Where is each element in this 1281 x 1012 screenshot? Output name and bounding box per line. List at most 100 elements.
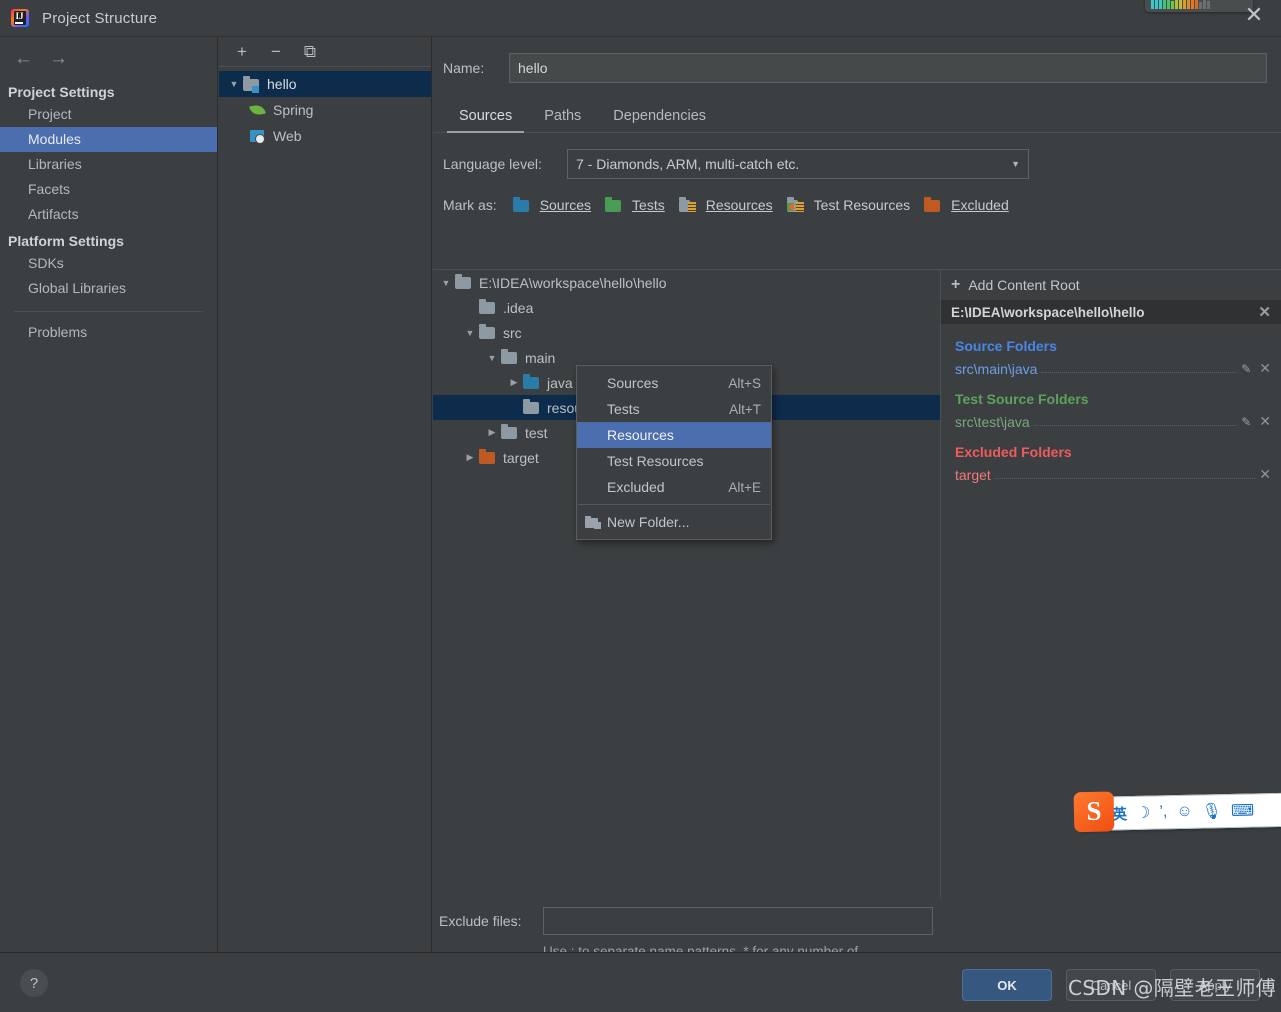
directory-tree: ▼ E:\IDEA\workspace\hello\hello ▶ .idea … xyxy=(433,269,940,899)
context-menu-item-new-folder[interactable]: New Folder... xyxy=(577,509,771,535)
chevron-right-icon[interactable]: ▶ xyxy=(461,452,479,463)
microphone-icon[interactable]: 🎙 xyxy=(1201,801,1223,821)
remove-icon[interactable]: ✕ xyxy=(1259,413,1271,430)
back-arrow-icon[interactable]: ← xyxy=(14,49,33,68)
chevron-down-icon[interactable]: ▼ xyxy=(461,328,479,338)
tab-paths[interactable]: Paths xyxy=(528,108,597,132)
forward-arrow-icon[interactable]: → xyxy=(49,49,68,68)
context-menu-item-resources[interactable]: Resources xyxy=(577,422,771,448)
chevron-down-icon[interactable]: ▼ xyxy=(483,353,501,363)
sidebar-item-problems[interactable]: Problems xyxy=(0,320,217,345)
module-tree-item-web[interactable]: Web xyxy=(219,123,431,149)
test-source-folder-path: src\test\java xyxy=(955,413,1030,430)
tree-row-content-root[interactable]: ▼ E:\IDEA\workspace\hello\hello xyxy=(433,270,940,295)
sidebar-item-sdks[interactable]: SDKs xyxy=(0,251,217,276)
moon-icon[interactable]: ☽ xyxy=(1136,803,1151,823)
help-button[interactable]: ? xyxy=(20,969,48,997)
folder-icon xyxy=(455,274,473,290)
sogou-logo-icon[interactable]: S xyxy=(1073,791,1115,833)
excluded-folder-icon xyxy=(479,449,497,465)
module-label: Spring xyxy=(273,102,314,118)
modules-tree: ▼ hello Spring Web xyxy=(219,67,431,149)
mark-as-test-resources-button[interactable]: Test Resources xyxy=(786,196,911,213)
context-menu-item-tests[interactable]: Tests Alt+T xyxy=(577,396,771,422)
close-icon[interactable]: ✕ xyxy=(1258,303,1271,321)
ok-button[interactable]: OK xyxy=(962,969,1052,1001)
chevron-right-icon[interactable]: ▶ xyxy=(483,427,501,438)
chevron-down-icon[interactable]: ▼ xyxy=(225,79,243,89)
punctuation-icon[interactable]: ’, xyxy=(1159,803,1167,821)
mark-as-excluded-label: Excluded xyxy=(951,197,1009,213)
excluded-folder-row[interactable]: target ✕ xyxy=(955,466,1281,483)
sidebar-divider xyxy=(14,311,203,312)
mark-as-sources-button[interactable]: Sources xyxy=(512,196,591,213)
sidebar-item-facets[interactable]: Facets xyxy=(0,177,217,202)
remove-module-icon[interactable]: − xyxy=(267,43,285,60)
edit-icon[interactable]: ✎ xyxy=(1241,415,1251,429)
tree-row-label: java xyxy=(547,374,573,391)
tree-row-label: target xyxy=(503,449,539,466)
remove-icon[interactable]: ✕ xyxy=(1259,466,1271,483)
spring-leaf-icon xyxy=(249,102,267,118)
tree-row-label: E:\IDEA\workspace\hello\hello xyxy=(479,274,667,291)
test-source-folders-section: Test Source Folders src\test\java ✎ ✕ xyxy=(941,391,1281,430)
sidebar-item-global-libraries[interactable]: Global Libraries xyxy=(0,276,217,301)
tree-row-idea[interactable]: ▶ .idea xyxy=(433,295,940,320)
mark-as-label: Mark as: xyxy=(443,197,497,213)
mark-as-test-resources-label: Test Resources xyxy=(813,197,911,213)
context-menu-label: Tests xyxy=(607,401,640,417)
source-folders-title: Source Folders xyxy=(955,338,1057,354)
language-level-row: Language level: 7 - Diamonds, ARM, multi… xyxy=(433,133,1281,179)
resources-folder-icon xyxy=(678,196,697,213)
sidebar-item-project[interactable]: Project xyxy=(0,102,217,127)
exclude-files-input[interactable] xyxy=(543,907,933,935)
chevron-right-icon[interactable]: ▶ xyxy=(505,377,523,388)
mark-as-resources-button[interactable]: Resources xyxy=(678,196,773,213)
context-menu-item-excluded[interactable]: Excluded Alt+E xyxy=(577,474,771,500)
remove-icon[interactable]: ✕ xyxy=(1259,360,1271,377)
chevron-down-icon: ▼ xyxy=(1011,159,1020,169)
mark-as-tests-button[interactable]: Tests xyxy=(605,196,665,213)
language-level-value: 7 - Diamonds, ARM, multi-catch etc. xyxy=(576,156,800,172)
folder-icon xyxy=(501,424,519,440)
title-bar: IJ Project Structure xyxy=(0,0,1281,36)
nav-group-project-settings: Project Settings xyxy=(8,84,115,100)
mark-as-excluded-button[interactable]: Excluded xyxy=(924,196,1009,213)
chevron-down-icon[interactable]: ▼ xyxy=(437,278,455,288)
module-tree-item-hello[interactable]: ▼ hello xyxy=(219,71,431,97)
keyboard-icon[interactable]: ⌨ xyxy=(1231,800,1255,820)
edit-icon[interactable]: ✎ xyxy=(1241,362,1251,376)
copy-module-icon[interactable]: ⧉ xyxy=(301,43,319,60)
tree-row-src[interactable]: ▼ src xyxy=(433,320,940,345)
close-icon[interactable]: ✕ xyxy=(1241,2,1267,28)
language-level-select[interactable]: 7 - Diamonds, ARM, multi-catch etc. ▼ xyxy=(567,149,1029,179)
add-module-icon[interactable]: + xyxy=(233,43,251,60)
sidebar-item-modules[interactable]: Modules xyxy=(0,127,217,152)
add-content-root-button[interactable]: + Add Content Root xyxy=(941,270,1281,300)
sogou-ime-toolbar[interactable]: S 英 ☽ ’, ☺ 🎙 ⌨ xyxy=(1073,791,1281,833)
mark-as-context-menu: Sources Alt+S Tests Alt+T Resources Test… xyxy=(576,365,772,540)
context-menu-shortcut: Alt+E xyxy=(728,479,761,495)
module-name-row: Name: hello xyxy=(433,37,1281,83)
context-menu-label: Test Resources xyxy=(607,453,704,469)
sidebar-item-artifacts[interactable]: Artifacts xyxy=(0,202,217,227)
test-source-folder-row[interactable]: src\test\java ✎ ✕ xyxy=(955,413,1281,430)
web-module-icon xyxy=(249,128,267,144)
module-name-input[interactable]: hello xyxy=(509,53,1267,83)
module-tree-item-spring[interactable]: Spring xyxy=(219,97,431,123)
tab-sources[interactable]: Sources xyxy=(443,108,528,133)
emoji-icon[interactable]: ☺ xyxy=(1176,803,1193,821)
source-folder-row[interactable]: src\main\java ✎ ✕ xyxy=(955,360,1281,377)
tab-dependencies[interactable]: Dependencies xyxy=(597,108,722,132)
context-menu-label: Sources xyxy=(607,375,659,391)
context-menu-item-test-resources[interactable]: Test Resources xyxy=(577,448,771,474)
mark-as-row: Mark as: Sources Tests Resources Test Re… xyxy=(433,179,1281,213)
context-menu-item-sources[interactable]: Sources Alt+S xyxy=(577,370,771,396)
excluded-folders-section: Excluded Folders target ✕ xyxy=(941,444,1281,483)
sidebar-item-libraries[interactable]: Libraries xyxy=(0,152,217,177)
memory-indicator-widget[interactable] xyxy=(1145,0,1253,12)
csdn-watermark: CSDN @隔壁老王师傅 xyxy=(1068,976,1277,1000)
nav-history-controls: ← → xyxy=(0,37,217,78)
context-menu-label: New Folder... xyxy=(607,514,690,530)
module-label: hello xyxy=(267,76,297,92)
